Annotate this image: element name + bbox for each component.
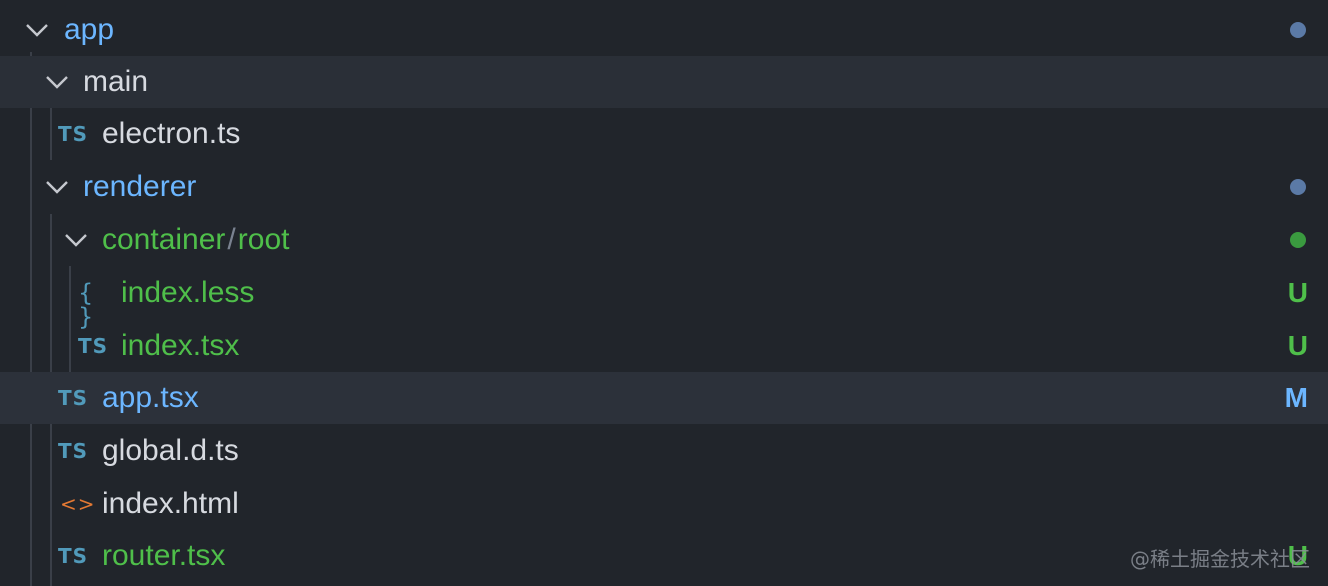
chevron-down-icon	[44, 69, 70, 95]
chevron-down-icon	[63, 227, 89, 253]
typescript-file-icon: TS	[58, 122, 89, 146]
braces-file-icon: { }	[78, 279, 98, 331]
file-label: app.tsx	[102, 381, 199, 414]
tree-file-router-tsx[interactable]: TS router.tsx U	[0, 530, 1328, 582]
tree-file-app-tsx[interactable]: TS app.tsx M	[0, 372, 1328, 424]
file-explorer-tree: app main TS electron.ts renderer contain…	[0, 0, 1328, 586]
file-label: router.tsx	[102, 539, 226, 572]
file-label: index.html	[102, 487, 239, 520]
path-separator: /	[227, 223, 236, 256]
file-label: electron.ts	[102, 117, 241, 150]
tree-file-electron-ts[interactable]: TS electron.ts	[0, 108, 1328, 160]
typescript-file-icon: TS	[58, 386, 89, 410]
typescript-file-icon: TS	[58, 544, 89, 568]
file-label: index.less	[121, 276, 255, 309]
tree-file-index-tsx[interactable]: TS index.tsx U	[0, 320, 1328, 372]
folder-label: main	[83, 65, 149, 98]
tree-file-global-d-ts[interactable]: TS global.d.ts	[0, 425, 1328, 477]
file-label: global.d.ts	[102, 434, 239, 467]
git-status-badge: M	[1284, 382, 1308, 413]
watermark: @稀土掘金技术社区	[1130, 547, 1310, 571]
typescript-file-icon: TS	[58, 439, 89, 463]
folder-label: app	[64, 13, 115, 46]
status-dot	[1290, 179, 1306, 195]
tree-file-index-less[interactable]: { } index.less U	[0, 267, 1328, 331]
tree-folder-app[interactable]: app	[0, 4, 1328, 56]
html-file-icon: <>	[60, 492, 96, 516]
chevron-down-icon	[44, 174, 70, 200]
folder-label: renderer	[83, 170, 197, 203]
tree-folder-main[interactable]: main	[0, 56, 1328, 108]
folder-label: container/root	[102, 214, 289, 266]
file-label: index.tsx	[121, 329, 240, 362]
git-status-badge: U	[1287, 277, 1308, 308]
chevron-down-icon	[24, 17, 50, 43]
folder-label-part: root	[237, 223, 290, 256]
typescript-file-icon: TS	[78, 334, 109, 358]
tree-folder-renderer[interactable]: renderer	[0, 161, 1328, 213]
git-status-badge: U	[1287, 330, 1308, 361]
status-dot	[1290, 22, 1306, 38]
status-dot	[1290, 232, 1306, 248]
folder-label-part: container	[102, 223, 226, 256]
tree-folder-container-root[interactable]: container/root	[0, 214, 1328, 266]
tree-file-index-html[interactable]: <> index.html	[0, 478, 1328, 530]
